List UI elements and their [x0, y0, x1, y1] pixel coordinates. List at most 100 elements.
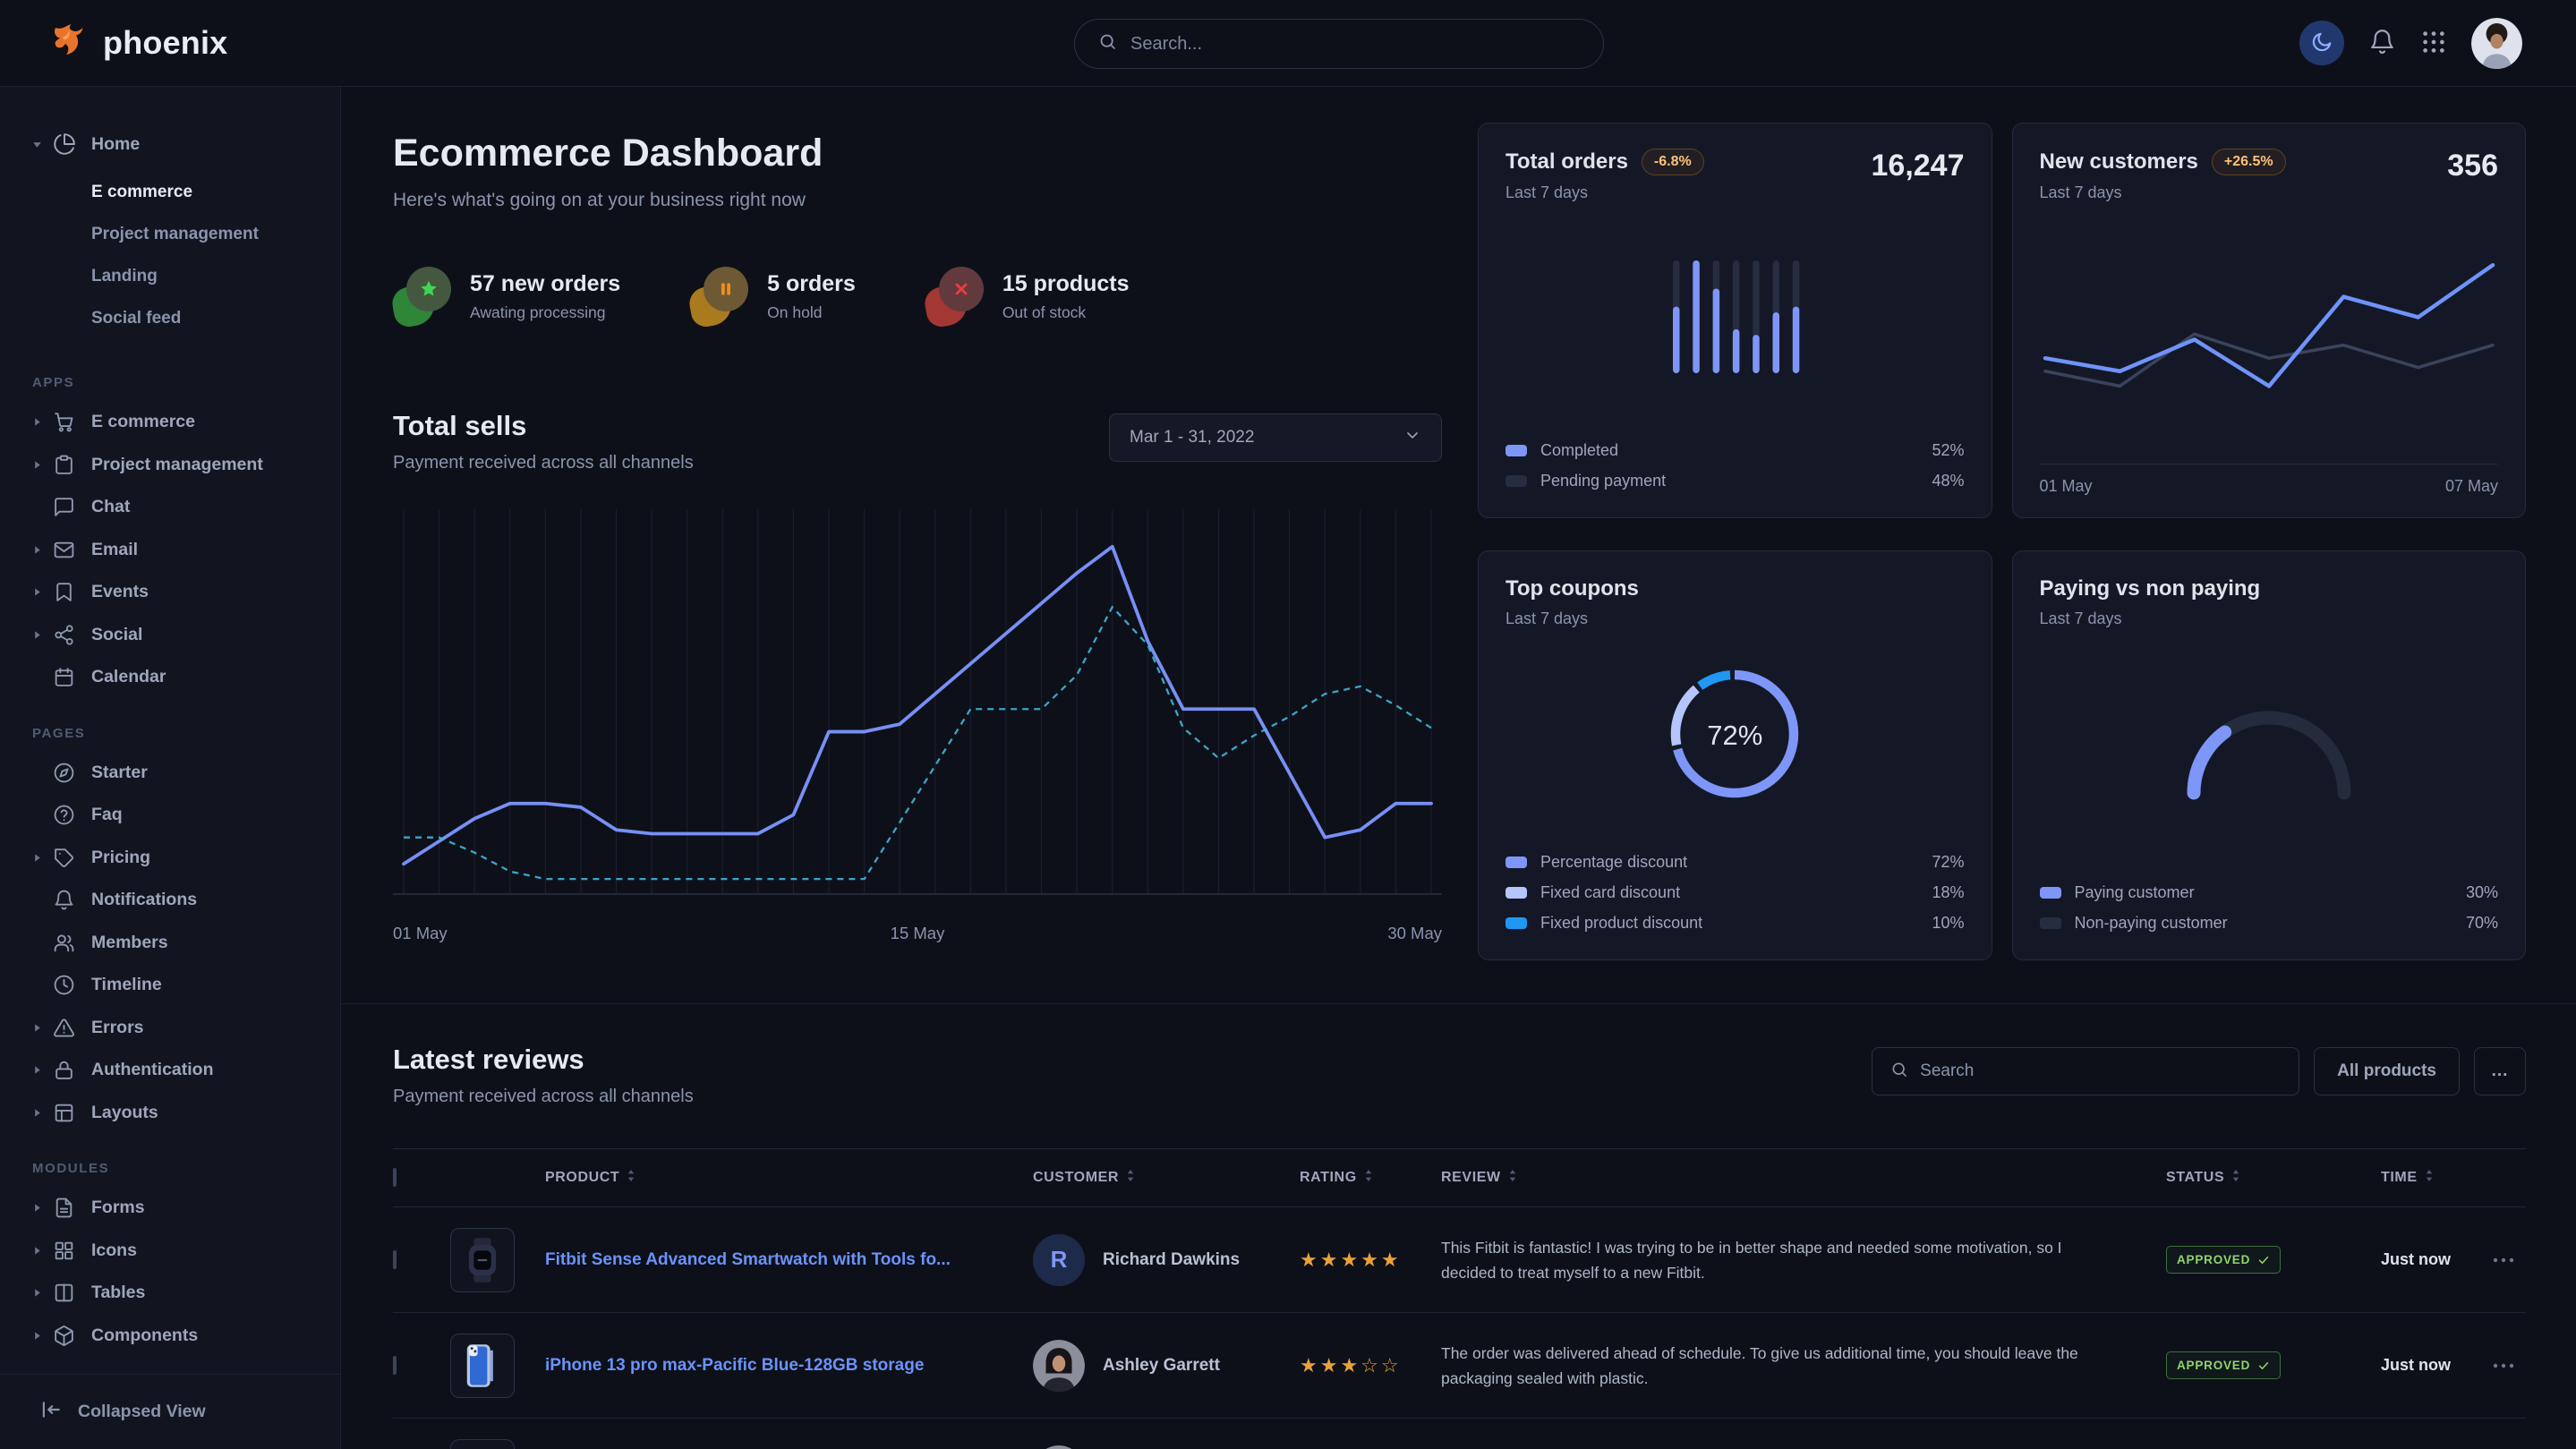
collapsed-view-toggle[interactable]: Collapsed View — [0, 1374, 340, 1449]
new-customers-chart — [2040, 202, 2499, 462]
sidebar-item-timeline[interactable]: Timeline — [0, 964, 340, 1007]
sidebar-subitem-landing[interactable]: Landing — [0, 255, 340, 297]
sidebar-item-social[interactable]: Social — [0, 614, 340, 657]
sidebar-item-starter[interactable]: Starter — [0, 752, 340, 795]
select-all-checkbox[interactable] — [393, 1168, 397, 1187]
sidebar-item-label: Pricing — [91, 848, 150, 868]
theme-toggle-button[interactable] — [2299, 21, 2344, 65]
sidebar-item-calendar[interactable]: Calendar — [0, 656, 340, 699]
sidebar-item-project-management[interactable]: Project management — [0, 444, 340, 487]
date-range-select[interactable]: Mar 1 - 31, 2022 — [1109, 413, 1442, 462]
sidebar-item-tables[interactable]: Tables — [0, 1272, 340, 1315]
sidebar-item-events[interactable]: Events — [0, 571, 340, 614]
sidebar-item-errors[interactable]: Errors — [0, 1007, 340, 1050]
column-header-customer[interactable]: CUSTOMER — [1033, 1169, 1300, 1187]
sidebar-subitem-e-commerce[interactable]: E commerce — [0, 171, 340, 213]
all-products-button[interactable]: All products — [2314, 1047, 2460, 1095]
kpi-cards: Total orders -6.8% Last 7 days 16,247 Co… — [1478, 123, 2526, 960]
sidebar-item-home[interactable]: Home — [0, 121, 340, 167]
notifications-button[interactable] — [2368, 28, 2396, 58]
stat-out-of-stock: 15 products Out of stock — [925, 267, 1130, 326]
sidebar-item-email[interactable]: Email — [0, 529, 340, 572]
total-sells-title: Total sells — [393, 410, 694, 442]
row-checkbox[interactable] — [393, 1356, 397, 1375]
bell-icon — [52, 889, 76, 911]
navbar-search-input[interactable] — [1130, 34, 1580, 55]
brand-name: phoenix — [103, 24, 227, 62]
sidebar-item-e-commerce[interactable]: E commerce — [0, 401, 340, 444]
sidebar-item-components[interactable]: Components — [0, 1315, 340, 1358]
chevron-down-icon — [30, 139, 44, 150]
sort-icon — [1126, 1169, 1135, 1187]
column-header-rating[interactable]: RATING — [1300, 1169, 1441, 1187]
sidebar-item-label: Icons — [91, 1240, 137, 1261]
review-time: Just now — [2381, 1356, 2493, 1375]
chevron-right-icon — [30, 1022, 44, 1034]
column-header-time[interactable]: TIME — [2381, 1169, 2493, 1187]
customer-name: Richard Dawkins — [1103, 1250, 1240, 1270]
sidebar-item-members[interactable]: Members — [0, 922, 340, 965]
quick-stats: 57 new orders Awating processing 5 order… — [393, 267, 1442, 326]
card-title: New customers — [2040, 149, 2198, 175]
column-header-product[interactable]: PRODUCT — [545, 1169, 1033, 1187]
legend-label: Percentage discount — [1540, 853, 1687, 872]
customer-name: Ashley Garrett — [1103, 1356, 1220, 1376]
card-title: Paying vs non paying — [2040, 576, 2261, 601]
paying-vs-non-paying-card: Paying vs non paying Last 7 days Paying … — [2012, 550, 2527, 960]
sidebar-item-forms[interactable]: Forms — [0, 1187, 340, 1230]
stat-heading: 5 orders — [767, 271, 856, 297]
legend-value: 52% — [1932, 441, 1964, 460]
reviews-search-input[interactable] — [1920, 1061, 2281, 1081]
sidebar-item-label: Forms — [91, 1198, 145, 1218]
sidebar-subitem-project-management[interactable]: Project management — [0, 213, 340, 255]
apps-grid-icon — [2420, 29, 2447, 58]
legend-value: 30% — [2466, 883, 2498, 902]
card-title: Total orders — [1506, 149, 1628, 175]
reviews-search — [1872, 1047, 2299, 1095]
brand[interactable]: phoenix — [0, 21, 341, 66]
product-image — [450, 1334, 515, 1398]
sidebar-item-notifications[interactable]: Notifications — [0, 879, 340, 922]
sidebar-subitem-social-feed[interactable]: Social feed — [0, 297, 340, 339]
product-link[interactable]: Fitbit Sense Advanced Smartwatch with To… — [545, 1250, 1033, 1270]
grid-icon — [52, 1240, 76, 1262]
sidebar-item-pricing[interactable]: Pricing — [0, 837, 340, 880]
sidebar-item-label: Faq — [91, 805, 123, 825]
total-orders-card: Total orders -6.8% Last 7 days 16,247 Co… — [1478, 123, 1992, 518]
row-actions-button[interactable] — [2493, 1363, 2527, 1368]
legend-swatch — [2040, 887, 2061, 899]
collapse-icon — [39, 1398, 63, 1427]
sidebar-item-layouts[interactable]: Layouts — [0, 1092, 340, 1135]
sidebar-section-modules: MODULES — [0, 1161, 340, 1176]
sidebar-item-label: E commerce — [91, 412, 195, 432]
column-header-status[interactable]: STATUS — [2166, 1169, 2381, 1187]
row-actions-button[interactable] — [2493, 1257, 2527, 1263]
sidebar-item-authentication[interactable]: Authentication — [0, 1049, 340, 1092]
sidebar-item-label: Social — [91, 625, 142, 645]
user-avatar[interactable] — [2471, 18, 2522, 69]
apps-grid-button[interactable] — [2420, 29, 2447, 58]
reviews-subtitle: Payment received across all channels — [393, 1087, 694, 1107]
row-checkbox[interactable] — [393, 1250, 397, 1269]
home-submenu: E commerceProject managementLandingSocia… — [0, 167, 340, 348]
sidebar-item-label: Project management — [91, 455, 263, 475]
column-header-review[interactable]: REVIEW — [1441, 1169, 2166, 1187]
chevron-right-icon — [30, 416, 44, 428]
sidebar-item-icons[interactable]: Icons — [0, 1230, 340, 1273]
layout-icon — [52, 1102, 76, 1124]
sidebar-item-faq[interactable]: Faq — [0, 794, 340, 837]
collapsed-view-label: Collapsed View — [78, 1402, 206, 1422]
total-orders-legend: Completed 52% Pending payment 48% — [1506, 435, 1965, 496]
sidebar-item-label: Email — [91, 540, 138, 560]
chevron-down-icon — [1403, 426, 1421, 449]
more-options-button[interactable]: ... — [2474, 1047, 2526, 1095]
legend-value: 70% — [2466, 914, 2498, 933]
star-icon — [393, 267, 452, 326]
chevron-right-icon — [30, 852, 44, 864]
card-value: 356 — [2447, 149, 2498, 183]
legend-value: 18% — [1932, 883, 1964, 902]
legend-item-fixed-card-discount: Fixed card discount 18% — [1506, 877, 1965, 908]
product-link[interactable]: iPhone 13 pro max-Pacific Blue-128GB sto… — [545, 1356, 1033, 1376]
navbar-search — [1074, 19, 1604, 69]
sidebar-item-chat[interactable]: Chat — [0, 486, 340, 529]
